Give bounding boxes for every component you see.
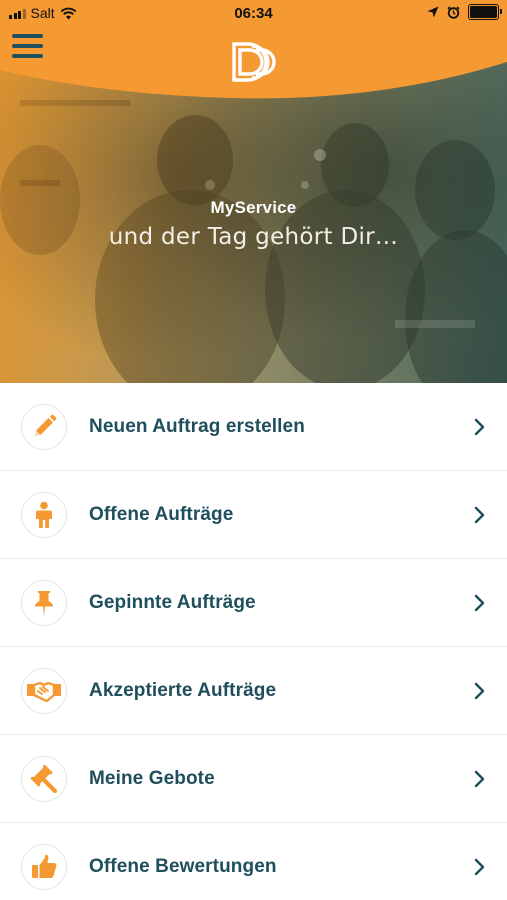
menu-item-icon-wrapper [21,667,67,714]
thumbs-up-icon [32,854,57,878]
menu-item-open-orders[interactable]: Offene Aufträge [0,471,507,559]
location-arrow-icon [427,6,439,18]
status-right [427,4,502,20]
person-icon [36,501,52,528]
chevron-right-icon [474,506,485,523]
chevron-right-icon [474,682,485,699]
menu-item-label: Neuen Auftrag erstellen [89,415,305,437]
chevron-right-icon [474,770,485,787]
menu-item-open-reviews[interactable]: Offene Bewertungen [0,823,507,900]
menu-item-label: Offene Aufträge [89,503,234,525]
main-menu-list: Neuen Auftrag erstellen Offene Aufträge [0,383,507,900]
alarm-clock-icon [447,5,460,19]
menu-item-label: Gepinnte Aufträge [89,591,256,613]
handshake-icon [27,681,61,702]
menu-item-label: Akzeptierte Aufträge [89,679,277,701]
menu-item-my-bids[interactable]: Meine Gebote [0,735,507,823]
menu-item-icon-wrapper [21,755,67,802]
pencil-icon [35,414,57,436]
menu-item-pinned-orders[interactable]: Gepinnte Aufträge [0,559,507,647]
menu-item-label: Offene Bewertungen [89,855,277,877]
chevron-right-icon [474,858,485,875]
hamburger-menu-button[interactable] [12,34,44,62]
status-bar: Salt 06:34 [0,0,507,28]
battery-icon [468,4,502,20]
menu-item-icon-wrapper [21,579,67,626]
hero-title: MyService [210,198,297,217]
hero-subtitle: und der Tag gehört Dir… [108,224,399,250]
app-screen: MyService und der Tag gehört Dir… Salt 0… [0,0,507,900]
gavel-icon [30,764,58,793]
menu-item-label: Meine Gebote [89,767,215,789]
menu-item-icon-wrapper [21,491,67,538]
menu-item-new-order[interactable]: Neuen Auftrag erstellen [0,383,507,471]
menu-item-icon-wrapper [21,403,67,450]
menu-item-accepted-orders[interactable]: Akzeptierte Aufträge [0,647,507,735]
pushpin-icon [35,590,53,616]
menu-item-icon-wrapper [21,843,67,890]
chevron-right-icon [474,594,485,611]
chevron-right-icon [474,418,485,435]
app-logo [232,42,276,82]
